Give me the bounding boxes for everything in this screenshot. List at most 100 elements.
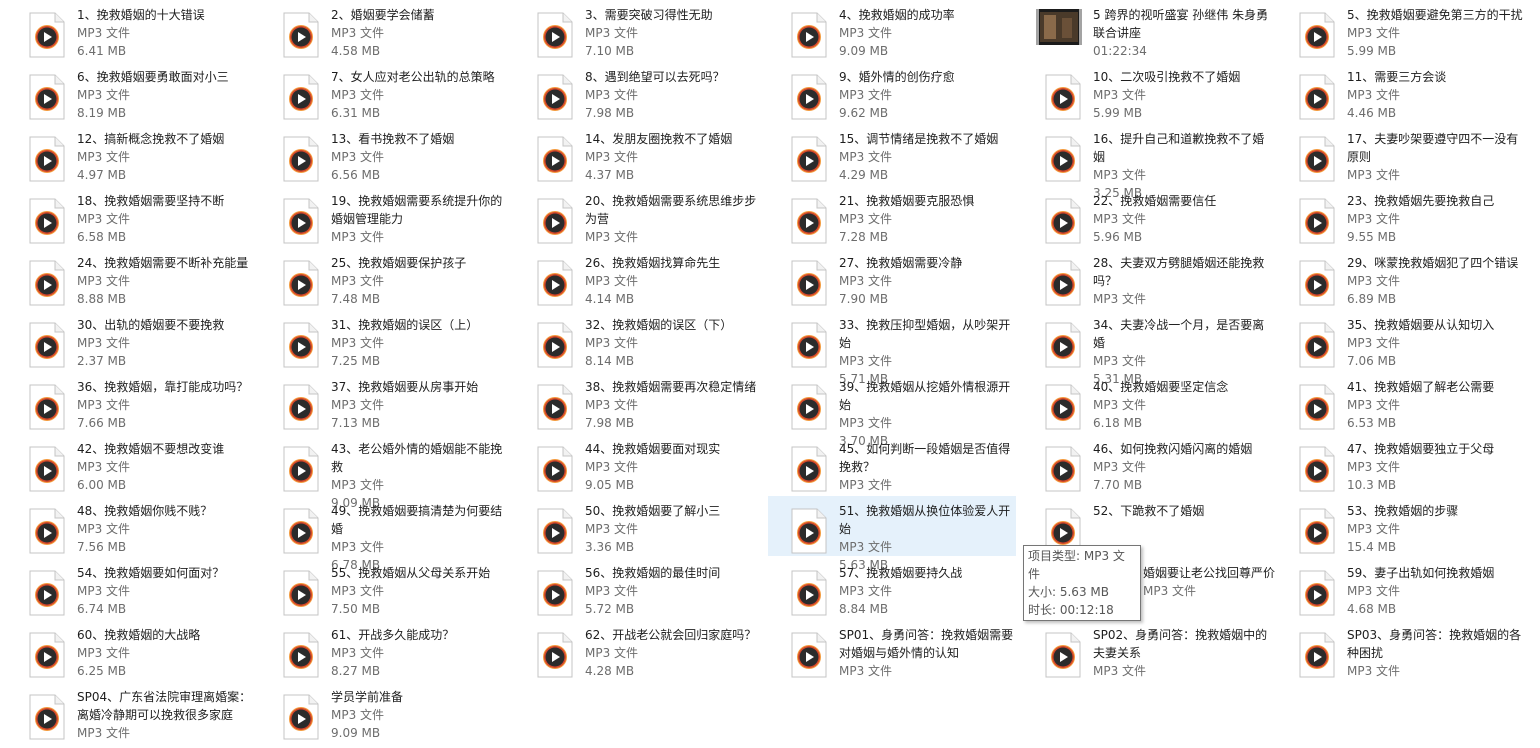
file-item[interactable]: 26、挽救婚姻找算命先生 MP3 文件 4.14 MB [514, 248, 762, 308]
file-item[interactable]: 7、女人应对老公出轨的总策略 MP3 文件 6.31 MB [260, 62, 508, 122]
file-item[interactable]: 29、咪蒙挽救婚姻犯了四个错误 MP3 文件 6.89 MB [1276, 248, 1524, 308]
file-item[interactable]: SP02、身勇问答：挽救婚姻中的夫妻关系 MP3 文件 [1022, 620, 1270, 680]
file-item[interactable]: 30、出轨的婚姻要不要挽救 MP3 文件 2.37 MB [6, 310, 254, 370]
file-item[interactable]: 16、提升自己和道歉挽救不了婚姻 MP3 文件 3.25 MB [1022, 124, 1270, 200]
file-info: 44、挽救婚姻要面对现实 MP3 文件 9.05 MB [585, 440, 761, 494]
file-item[interactable]: SP04、广东省法院审理离婚案：离婚冷静期可以挽救很多家庭 MP3 文件 [6, 682, 254, 742]
file-item[interactable]: 32、挽救婚姻的误区（下） MP3 文件 8.14 MB [514, 310, 762, 370]
file-item[interactable]: 41、挽救婚姻了解老公需要 MP3 文件 6.53 MB [1276, 372, 1524, 432]
file-item[interactable]: 9、婚外情的创伤疗愈 MP3 文件 9.62 MB [768, 62, 1016, 122]
file-item[interactable]: 56、挽救婚姻的最佳时间 MP3 文件 5.72 MB [514, 558, 762, 618]
file-item[interactable]: 43、老公婚外情的婚姻能不能挽救 MP3 文件 9.09 MB [260, 434, 508, 510]
file-item[interactable]: 14、发朋友圈挽救不了婚姻 MP3 文件 4.37 MB [514, 124, 762, 184]
file-item[interactable]: 37、挽救婚姻要从房事开始 MP3 文件 7.13 MB [260, 372, 508, 432]
file-item[interactable]: 31、挽救婚姻的误区（上） MP3 文件 7.25 MB [260, 310, 508, 370]
mp3-file-icon [282, 322, 320, 368]
file-item[interactable]: 19、挽救婚姻需要系统提升你的婚姻管理能力 MP3 文件 [260, 186, 508, 246]
mp3-file-icon [790, 446, 828, 492]
file-item[interactable]: 5 跨界的视听盛宴 孙继伟 朱身勇联合讲座 01:22:34 [1022, 0, 1270, 60]
mp3-file-icon [28, 508, 66, 554]
file-item[interactable]: 12、搞新概念挽救不了婚姻 MP3 文件 4.97 MB [6, 124, 254, 184]
file-info: 46、如何挽救闪婚闪离的婚姻 MP3 文件 7.70 MB [1093, 440, 1269, 494]
file-item[interactable]: 59、妻子出轨如何挽救婚姻 MP3 文件 4.68 MB [1276, 558, 1524, 618]
file-item[interactable]: 20、挽救婚姻需要系统思维步步为营 MP3 文件 [514, 186, 762, 246]
file-item[interactable]: 48、挽救婚姻你贱不贱？ MP3 文件 7.56 MB [6, 496, 254, 556]
file-item[interactable]: 13、看书挽救不了婚姻 MP3 文件 6.56 MB [260, 124, 508, 184]
file-item[interactable]: 36、挽救婚姻，靠打能成功吗？ MP3 文件 7.66 MB [6, 372, 254, 432]
file-item[interactable]: 47、挽救婚姻要独立于父母 MP3 文件 10.3 MB [1276, 434, 1524, 494]
file-size: 4.46 MB [1347, 106, 1397, 120]
file-item[interactable]: 51、挽救婚姻从换位体验爱人开始 MP3 文件 5.63 MB [768, 496, 1016, 572]
file-item[interactable]: 18、挽救婚姻需要坚持不断 MP3 文件 6.58 MB [6, 186, 254, 246]
file-info: 45、如何判断一段婚姻是否值得挽救？ MP3 文件 [839, 440, 1015, 494]
mp3-file-icon [790, 260, 828, 306]
file-type: MP3 文件 [77, 336, 131, 350]
file-item[interactable]: 24、挽救婚姻需要不断补充能量 MP3 文件 8.88 MB [6, 248, 254, 308]
file-size: 9.62 MB [839, 106, 889, 120]
file-name: 59、妻子出轨如何挽救婚姻 [1347, 566, 1495, 580]
file-item[interactable]: 34、夫妻冷战一个月，是否要离婚 MP3 文件 5.31 MB [1022, 310, 1270, 386]
file-item[interactable]: 27、挽救婚姻需要冷静 MP3 文件 7.90 MB [768, 248, 1016, 308]
file-name: 24、挽救婚姻需要不断补充能量 [77, 256, 249, 270]
file-item[interactable]: 23、挽救婚姻先要挽救自己 MP3 文件 9.55 MB [1276, 186, 1524, 246]
file-item[interactable]: 38、挽救婚姻需要再次稳定情绪 MP3 文件 7.98 MB [514, 372, 762, 432]
file-info: 18、挽救婚姻需要坚持不断 MP3 文件 6.58 MB [77, 192, 253, 246]
file-item[interactable]: 1、挽救婚姻的十大错误 MP3 文件 6.41 MB [6, 0, 254, 60]
file-size: 7.13 MB [331, 416, 381, 430]
file-item[interactable]: 61、开战多久能成功？ MP3 文件 8.27 MB [260, 620, 508, 680]
mp3-file-icon [790, 74, 828, 120]
file-item[interactable]: 33、挽救压抑型婚姻，从吵架开始 MP3 文件 5.71 MB [768, 310, 1016, 386]
file-type: MP3 文件 [1347, 522, 1401, 536]
mp3-file-icon [28, 322, 66, 368]
file-item[interactable]: 25、挽救婚姻要保护孩子 MP3 文件 7.48 MB [260, 248, 508, 308]
file-type: MP3 文件 [331, 584, 385, 598]
file-info: 36、挽救婚姻，靠打能成功吗？ MP3 文件 7.66 MB [77, 378, 253, 432]
file-type: MP3 文件 [331, 88, 385, 102]
file-name: SP03、身勇问答：挽救婚姻的各种困扰 [1347, 628, 1522, 660]
file-item[interactable]: 40、挽救婚姻要坚定信念 MP3 文件 6.18 MB [1022, 372, 1270, 432]
file-item[interactable]: 60、挽救婚姻的大战略 MP3 文件 6.25 MB [6, 620, 254, 680]
file-item[interactable]: 50、挽救婚姻要了解小三 MP3 文件 3.36 MB [514, 496, 762, 556]
file-item[interactable]: 62、开战老公就会回归家庭吗？ MP3 文件 4.28 MB [514, 620, 762, 680]
file-item[interactable]: 28、夫妻双方劈腿婚姻还能挽救吗？ MP3 文件 [1022, 248, 1270, 308]
file-info: 12、搞新概念挽救不了婚姻 MP3 文件 4.97 MB [77, 130, 253, 184]
file-item[interactable]: 3、需要突破习得性无助 MP3 文件 7.10 MB [514, 0, 762, 60]
file-item[interactable]: 42、挽救婚姻不要想改变谁 MP3 文件 6.00 MB [6, 434, 254, 494]
file-item[interactable]: 15、调节情绪是挽救不了婚姻 MP3 文件 4.29 MB [768, 124, 1016, 184]
file-item[interactable]: 17、夫妻吵架要遵守四不一没有原则 MP3 文件 [1276, 124, 1524, 184]
file-item[interactable]: 54、挽救婚姻要如何面对？ MP3 文件 6.74 MB [6, 558, 254, 618]
file-item[interactable]: 35、挽救婚姻要从认知切入 MP3 文件 7.06 MB [1276, 310, 1524, 370]
file-item[interactable]: 11、需要三方会谈 MP3 文件 4.46 MB [1276, 62, 1524, 122]
file-item[interactable]: 10、二次吸引挽救不了婚姻 MP3 文件 5.99 MB [1022, 62, 1270, 122]
file-item[interactable]: 4、挽救婚姻的成功率 MP3 文件 9.09 MB [768, 0, 1016, 60]
file-item[interactable]: 21、挽救婚姻要克服恐惧 MP3 文件 7.28 MB [768, 186, 1016, 246]
file-item[interactable]: SP03、身勇问答：挽救婚姻的各种困扰 MP3 文件 [1276, 620, 1524, 680]
file-item[interactable]: 22、挽救婚姻需要信任 MP3 文件 5.96 MB [1022, 186, 1270, 246]
file-item[interactable]: 57、挽救婚姻要持久战 MP3 文件 8.84 MB [768, 558, 1016, 618]
file-item[interactable]: 学员学前准备 MP3 文件 9.09 MB [260, 682, 508, 742]
file-info: 57、挽救婚姻要持久战 MP3 文件 8.84 MB [839, 564, 1015, 618]
file-type: MP3 文件 [839, 478, 893, 492]
file-name: 35、挽救婚姻要从认知切入 [1347, 318, 1495, 332]
file-type: MP3 文件 [77, 398, 131, 412]
file-size: 4.68 MB [1347, 602, 1397, 616]
file-item[interactable]: 49、挽救婚姻要搞清楚为何要结婚 MP3 文件 6.78 MB [260, 496, 508, 572]
file-type: MP3 文件 [331, 274, 385, 288]
file-size: 7.56 MB [77, 540, 127, 554]
file-item[interactable]: 46、如何挽救闪婚闪离的婚姻 MP3 文件 7.70 MB [1022, 434, 1270, 494]
file-item[interactable]: 39、挽救婚姻从挖婚外情根源开始 MP3 文件 3.70 MB [768, 372, 1016, 448]
file-item[interactable]: 5、挽救婚姻要避免第三方的干扰 MP3 文件 5.99 MB [1276, 0, 1524, 60]
file-item[interactable]: 8、遇到绝望可以去死吗？ MP3 文件 7.98 MB [514, 62, 762, 122]
file-item[interactable]: 6、挽救婚姻要勇敢面对小三 MP3 文件 8.19 MB [6, 62, 254, 122]
file-item[interactable]: 44、挽救婚姻要面对现实 MP3 文件 9.05 MB [514, 434, 762, 494]
file-name: 9、婚外情的创伤疗愈 [839, 70, 955, 84]
file-name: 26、挽救婚姻找算命先生 [585, 256, 721, 270]
mp3-file-icon [28, 694, 66, 740]
mp3-file-icon [1298, 570, 1336, 616]
file-item[interactable]: SP01、身勇问答：挽救婚姻需要对婚姻与婚外情的认知 MP3 文件 [768, 620, 1016, 680]
file-item[interactable]: 53、挽救婚姻的步骤 MP3 文件 15.4 MB [1276, 496, 1524, 556]
file-item[interactable]: 45、如何判断一段婚姻是否值得挽救？ MP3 文件 [768, 434, 1016, 494]
file-size: 6.58 MB [77, 230, 127, 244]
file-item[interactable]: 55、挽救婚姻从父母关系开始 MP3 文件 7.50 MB [260, 558, 508, 618]
file-item[interactable]: 2、婚姻要学会储蓄 MP3 文件 4.58 MB [260, 0, 508, 60]
